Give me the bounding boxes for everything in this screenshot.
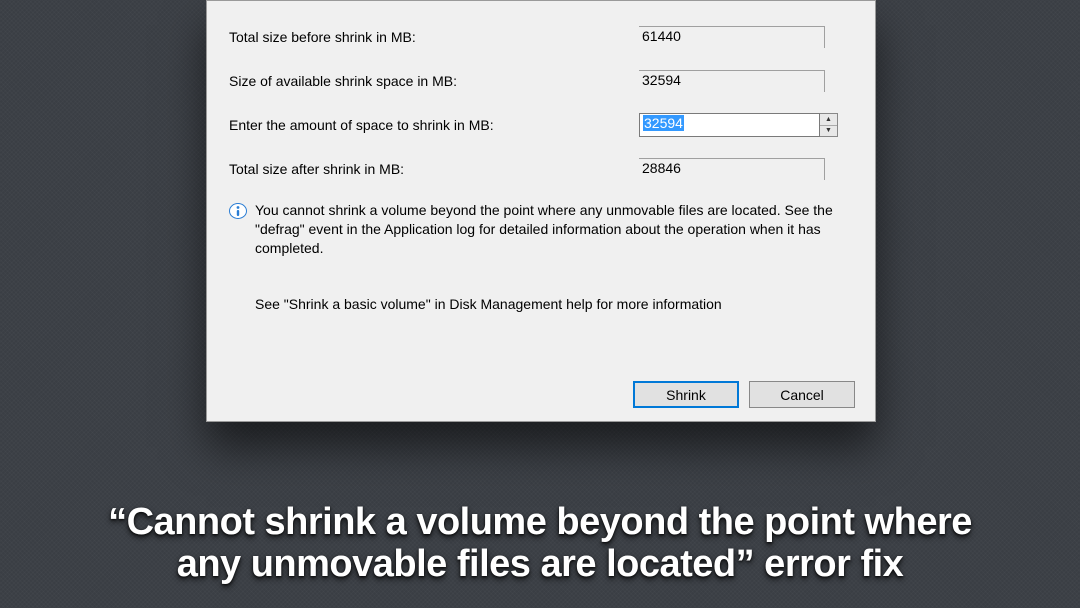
label-available: Size of available shrink space in MB: (229, 73, 639, 89)
shrink-volume-dialog: Total size before shrink in MB: 61440 Si… (206, 0, 876, 422)
row-total-before: Total size before shrink in MB: 61440 (229, 25, 857, 49)
info-section: You cannot shrink a volume beyond the po… (229, 201, 857, 258)
label-total-after: Total size after shrink in MB: (229, 161, 639, 177)
row-available: Size of available shrink space in MB: 32… (229, 69, 857, 93)
cancel-button[interactable]: Cancel (749, 381, 855, 408)
field-total-before: 61440 (639, 26, 825, 48)
dialog-buttons: Shrink Cancel (633, 381, 855, 408)
spinner-down-button[interactable]: ▼ (820, 126, 837, 137)
row-total-after: Total size after shrink in MB: 28846 (229, 157, 857, 181)
label-total-before: Total size before shrink in MB: (229, 29, 639, 45)
spinner-up-button[interactable]: ▲ (820, 114, 837, 126)
info-icon (229, 202, 247, 220)
label-enter-amount: Enter the amount of space to shrink in M… (229, 117, 639, 133)
video-caption: “Cannot shrink a volume beyond the point… (0, 501, 1080, 586)
field-total-after: 28846 (639, 158, 825, 180)
see-also-text: See "Shrink a basic volume" in Disk Mana… (255, 296, 857, 312)
caption-line-2: any unmovable files are located” error f… (0, 543, 1080, 586)
shrink-button[interactable]: Shrink (633, 381, 739, 408)
info-text: You cannot shrink a volume beyond the po… (255, 201, 857, 258)
shrink-amount-input[interactable]: 32594 (639, 113, 820, 137)
caption-line-1: “Cannot shrink a volume beyond the point… (0, 501, 1080, 544)
field-available: 32594 (639, 70, 825, 92)
row-enter-amount: Enter the amount of space to shrink in M… (229, 113, 857, 137)
shrink-amount-spinner: ▲ ▼ (820, 113, 838, 137)
shrink-amount-input-wrap: 32594 ▲ ▼ (639, 113, 839, 137)
